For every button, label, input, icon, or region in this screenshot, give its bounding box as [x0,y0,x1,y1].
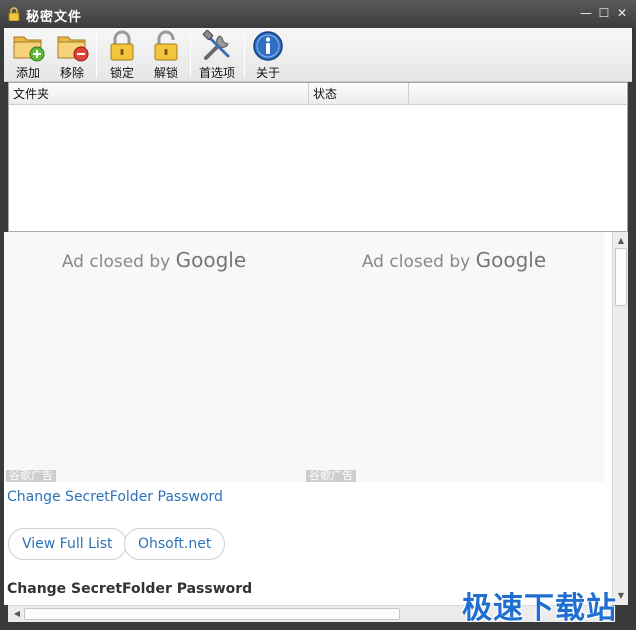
unlock-button[interactable]: 解锁 [146,30,186,80]
close-button[interactable]: ✕ [614,5,630,21]
ad-closed-text: Ad closed by Google [304,248,604,272]
ad-badge: 谷歌广告 [306,470,356,482]
toolbar-separator [190,32,191,78]
app-window: 秘密文件 — ☐ ✕ 添加 移除 锁定 解锁 首选项 关于 文件夹 状态 Ad … [0,0,636,630]
view-full-list-button[interactable]: View Full List [8,528,127,560]
title-bar[interactable]: 秘密文件 — ☐ ✕ [0,0,636,28]
web-panel: Ad closed by Google 谷歌广告 Ad closed by Go… [4,232,612,605]
vertical-scrollbar[interactable]: ▲ ▼ [612,232,628,605]
folder-list[interactable]: 文件夹 状态 [8,82,628,232]
ad-closed-label: Ad closed by [361,252,471,272]
lock-label: 锁定 [109,66,134,80]
padlock-open-icon [154,30,178,61]
ad-slot[interactable]: Ad closed by Google 谷歌广告 [4,232,304,482]
list-header: 文件夹 状态 [9,83,627,105]
lock-button[interactable]: 锁定 [102,30,142,80]
watermark-logo: 极速下载站 [462,591,617,626]
remove-label: 移除 [59,66,84,80]
change-password-link[interactable]: Change SecretFolder Password [7,489,223,505]
toolbar: 添加 移除 锁定 解锁 首选项 关于 [4,28,632,82]
options-label: 首选项 [198,66,235,80]
column-header-folder[interactable]: 文件夹 [9,83,309,105]
ad-slot[interactable]: Ad closed by Google 谷歌广告 [304,232,604,482]
unlock-label: 解锁 [153,66,178,80]
info-icon [253,31,283,61]
padlock-closed-icon [110,30,134,61]
scroll-up-arrow[interactable]: ▲ [613,234,629,248]
lock-icon [8,7,20,21]
column-header-status[interactable]: 状态 [309,83,409,105]
ad-closed-text: Ad closed by Google [4,248,304,272]
folder-add-icon [13,36,45,62]
add-button[interactable]: 添加 [8,30,48,80]
tools-icon [202,30,230,60]
scroll-left-arrow[interactable]: ◀ [10,606,24,622]
ohsoft-button[interactable]: Ohsoft.net [124,528,226,560]
options-button[interactable]: 首选项 [194,30,240,80]
about-label: 关于 [255,66,280,80]
toolbar-separator [244,32,245,78]
folder-remove-icon [57,36,89,62]
vertical-scroll-thumb[interactable] [615,248,627,306]
about-button[interactable]: 关于 [248,30,288,80]
ad-badge: 谷歌广告 [6,470,56,482]
remove-button[interactable]: 移除 [52,30,92,80]
section-heading: Change SecretFolder Password [7,581,253,597]
google-brand: Google [175,248,247,272]
maximize-button[interactable]: ☐ [596,5,612,21]
window-title: 秘密文件 [26,10,83,25]
minimize-button[interactable]: — [578,5,594,21]
horizontal-scroll-thumb[interactable] [24,608,400,620]
ad-closed-label: Ad closed by [61,252,171,272]
add-label: 添加 [15,66,40,80]
toolbar-separator [96,32,97,78]
google-brand: Google [475,248,547,272]
